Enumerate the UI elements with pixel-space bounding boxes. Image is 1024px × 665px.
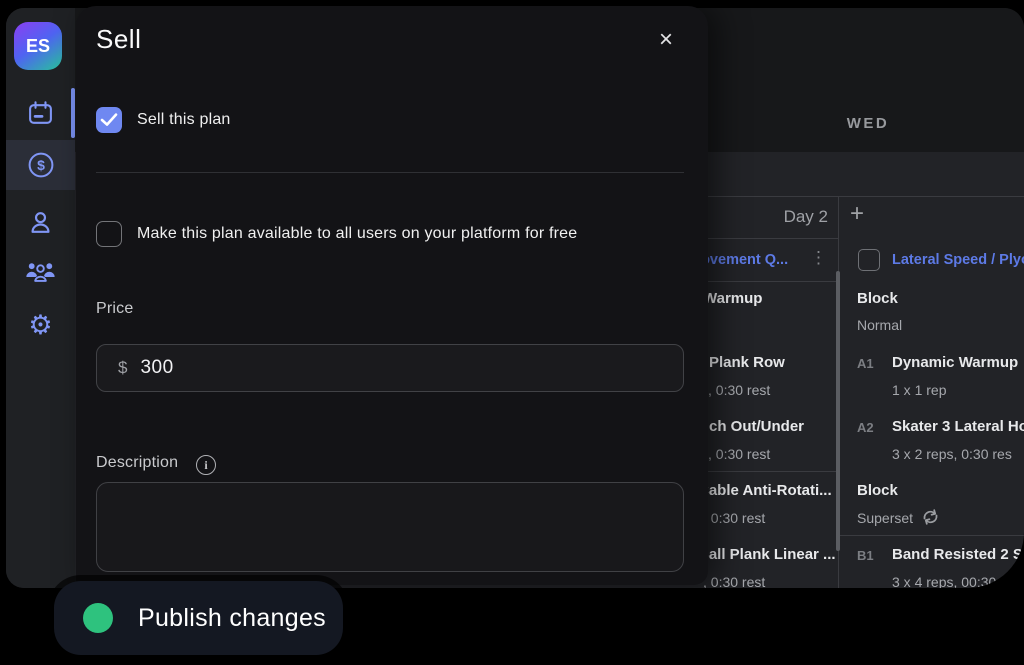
sell-this-plan-checkbox[interactable] <box>96 107 122 133</box>
left-section-divider-1 <box>708 281 838 282</box>
free-plan-checkbox[interactable] <box>96 221 122 247</box>
sidebar: ES $ <box>6 8 75 588</box>
publish-changes-label: Publish changes <box>138 604 326 633</box>
block-subtitle: Normal <box>857 317 902 333</box>
exercise-name: Warmup <box>703 290 762 307</box>
column-scrollbar-thumb[interactable] <box>836 271 840 551</box>
right-section-divider <box>838 535 1024 536</box>
screen: WED Day 2 + Movement Q... ⋮ Lateral Spee… <box>0 0 1024 665</box>
exercise-name: Plank Row <box>709 354 785 371</box>
modal-divider <box>96 172 684 173</box>
sidebar-item-teams[interactable] <box>6 246 75 296</box>
sell-this-plan-checkbox-row[interactable]: Sell this plan <box>96 107 231 133</box>
block-title: Block <box>857 290 898 307</box>
exercise-name: Ball Plank Linear ... <box>698 546 836 563</box>
exercise-detail: , 0:30 rest <box>703 510 765 526</box>
exercise-name: ch Out/Under <box>709 418 804 435</box>
day-label: Day 2 <box>708 207 828 227</box>
exercise-detail: , 0:30 rest <box>708 446 770 462</box>
close-button[interactable]: × <box>648 22 684 58</box>
exercise-marker: A2 <box>857 420 874 435</box>
sidebar-item-calendar[interactable] <box>6 88 75 138</box>
sidebar-item-payments[interactable]: $ <box>6 140 75 190</box>
exercise-name: Dynamic Warmup <box>892 354 1018 371</box>
exercise-name: Cable Anti-Rotati... <box>698 482 832 499</box>
free-plan-checkbox-row[interactable]: Make this plan available to all users on… <box>96 221 577 247</box>
avatar[interactable]: ES <box>14 22 62 70</box>
currency-symbol: $ <box>118 358 127 378</box>
exercise-detail: 3 x 4 reps, 00:30 r <box>892 574 1005 588</box>
sidebar-item-clients[interactable] <box>6 197 75 247</box>
left-section-divider-2 <box>708 471 838 472</box>
exercise-detail: 1 x 1 rep <box>892 382 946 398</box>
exercise-marker: A1 <box>857 356 874 371</box>
exercise-name: Band Resisted 2 Step <box>892 546 1024 563</box>
calendar-icon <box>27 100 54 127</box>
description-label: Description <box>96 454 178 472</box>
sidebar-item-settings[interactable]: ⚙ <box>6 300 75 350</box>
right-workout-link[interactable]: Lateral Speed / Plyo <box>892 252 1024 268</box>
unpublished-status-dot <box>83 603 113 633</box>
exercise-marker: B1 <box>857 548 874 563</box>
info-icon[interactable]: i <box>196 455 216 475</box>
weekday-label: WED <box>798 115 938 132</box>
modal-title: Sell <box>96 24 141 55</box>
header-row-divider <box>708 196 1024 197</box>
sell-modal: Sell × Sell this plan Make this plan ava… <box>76 6 708 585</box>
sell-this-plan-label: Sell this plan <box>137 111 231 129</box>
description-textarea[interactable] <box>96 482 684 572</box>
workout-select-checkbox[interactable] <box>858 249 880 271</box>
exercise-detail: , 0:30 rest <box>708 382 770 398</box>
exercise-detail: , 0:30 rest <box>703 574 765 588</box>
block-subtitle: Superset <box>857 509 940 526</box>
publish-changes-button[interactable]: Publish changes <box>54 581 343 655</box>
dollar-icon: $ <box>27 151 55 179</box>
person-icon <box>27 209 54 236</box>
exercise-detail: 3 x 2 reps, 0:30 res <box>892 446 1012 462</box>
team-icon <box>25 258 56 284</box>
exercise-name: Skater 3 Lateral Hop <box>892 418 1024 435</box>
price-field[interactable]: $ <box>96 344 684 392</box>
gear-icon: ⚙ <box>28 312 52 339</box>
svg-text:$: $ <box>37 157 45 173</box>
day-header-underline <box>708 238 838 239</box>
workout-menu-icon[interactable]: ⋮ <box>810 248 827 268</box>
free-plan-label: Make this plan available to all users on… <box>137 225 577 243</box>
check-icon <box>99 111 119 129</box>
price-label: Price <box>96 300 133 318</box>
add-day-button[interactable]: + <box>842 200 872 230</box>
price-input[interactable] <box>138 356 638 380</box>
block-title: Block <box>857 482 898 499</box>
